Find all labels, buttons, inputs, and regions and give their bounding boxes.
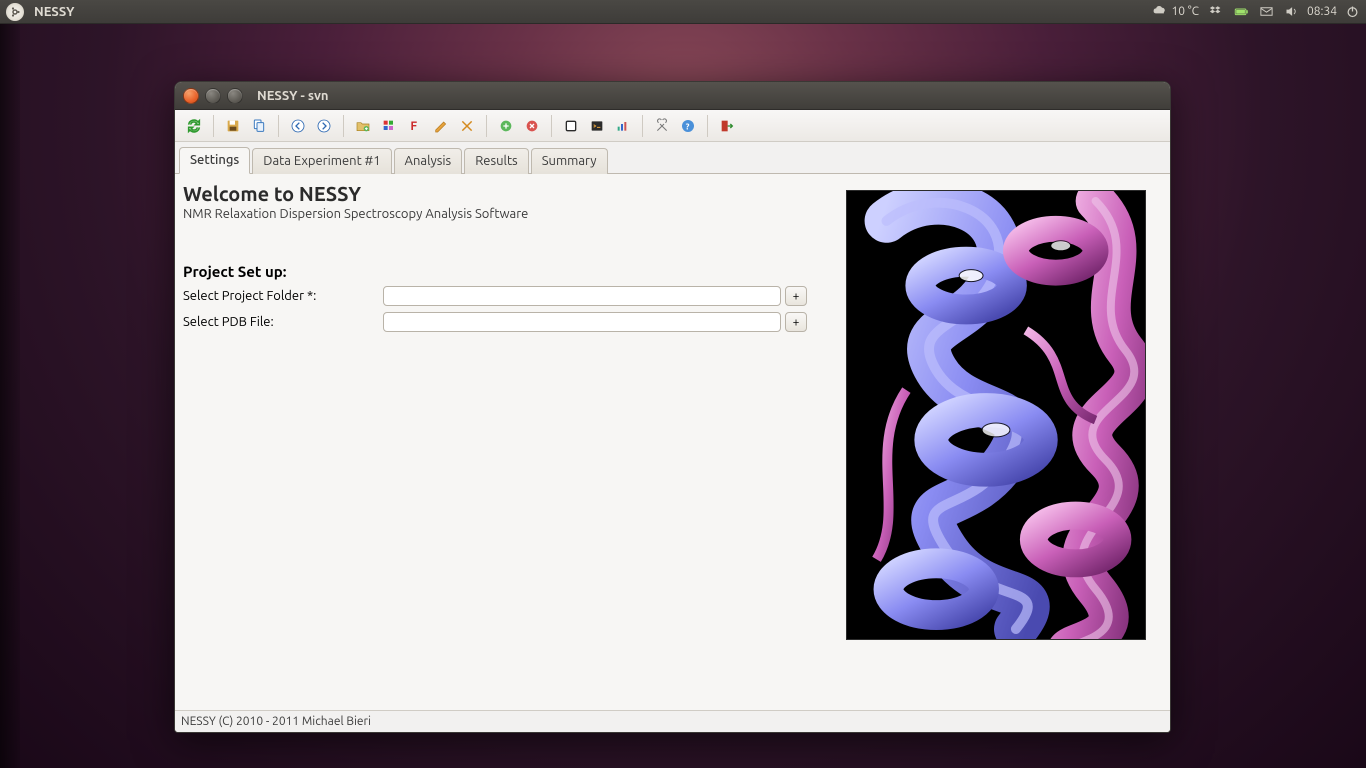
unity-launcher-edge [0, 24, 20, 768]
window-title: NESSY - svn [257, 89, 329, 103]
protein-structure-image [846, 190, 1146, 640]
mail-indicator[interactable] [1259, 4, 1274, 19]
tab-label: Data Experiment #1 [263, 154, 380, 168]
save-icon[interactable] [220, 113, 246, 139]
settings-content: Welcome to NESSY NMR Relaxation Dispersi… [175, 174, 1170, 710]
status-text: NESSY (C) 2010 - 2011 Michael Bieri [181, 715, 371, 728]
clock-label[interactable]: 08:34 [1307, 5, 1337, 18]
back-icon[interactable] [285, 113, 311, 139]
weather-indicator[interactable]: 10 °C [1152, 4, 1199, 19]
color-picker-icon[interactable] [376, 113, 402, 139]
dropbox-indicator[interactable] [1209, 4, 1224, 19]
tab-analysis[interactable]: Analysis [394, 148, 463, 174]
svg-text:F: F [410, 120, 417, 133]
status-bar: NESSY (C) 2010 - 2011 Michael Bieri [175, 710, 1170, 732]
window-titlebar[interactable]: NESSY - svn [175, 82, 1170, 110]
add-icon[interactable] [493, 113, 519, 139]
terminal-icon[interactable] [584, 113, 610, 139]
chart-icon[interactable] [610, 113, 636, 139]
volume-indicator[interactable] [1284, 4, 1299, 19]
tabs-row: Settings Data Experiment #1 Analysis Res… [175, 144, 1170, 174]
active-app-name[interactable]: NESSY [34, 5, 74, 19]
battery-indicator[interactable] [1234, 4, 1249, 19]
nessy-window: NESSY - svn F ? Settings Data Experiment… [174, 81, 1171, 733]
copy-icon[interactable] [246, 113, 272, 139]
tab-label: Summary [542, 154, 597, 168]
main-toolbar: F ? [175, 110, 1170, 142]
project-folder-label: Select Project Folder *: [183, 289, 383, 303]
help-icon[interactable]: ? [675, 113, 701, 139]
window-close-button[interactable] [183, 88, 199, 104]
tab-label: Results [475, 154, 517, 168]
tab-label: Analysis [405, 154, 452, 168]
window-maximize-button[interactable] [227, 88, 243, 104]
edit-icon[interactable] [428, 113, 454, 139]
new-folder-icon[interactable] [350, 113, 376, 139]
forward-icon[interactable] [311, 113, 337, 139]
project-folder-browse-button[interactable]: + [785, 286, 807, 306]
session-indicator[interactable] [1345, 4, 1360, 19]
project-folder-input[interactable] [383, 286, 781, 306]
svg-text:?: ? [686, 121, 690, 131]
tools-icon[interactable] [649, 113, 675, 139]
tab-settings[interactable]: Settings [179, 147, 250, 174]
remove-icon[interactable] [519, 113, 545, 139]
refresh-icon[interactable] [181, 113, 207, 139]
tab-data-experiment-1[interactable]: Data Experiment #1 [252, 148, 391, 174]
cut-icon[interactable] [454, 113, 480, 139]
tab-results[interactable]: Results [464, 148, 528, 174]
font-icon[interactable]: F [402, 113, 428, 139]
ubuntu-logo-icon[interactable] [6, 3, 24, 21]
stop-icon[interactable] [558, 113, 584, 139]
system-top-panel: NESSY 10 °C 08:34 [0, 0, 1366, 24]
tab-summary[interactable]: Summary [531, 148, 608, 174]
window-minimize-button[interactable] [205, 88, 221, 104]
pdb-file-input[interactable] [383, 312, 781, 332]
pdb-file-browse-button[interactable]: + [785, 312, 807, 332]
tab-label: Settings [190, 153, 239, 167]
temperature-label: 10 °C [1171, 5, 1199, 18]
pdb-file-label: Select PDB File: [183, 315, 383, 329]
exit-icon[interactable] [714, 113, 740, 139]
